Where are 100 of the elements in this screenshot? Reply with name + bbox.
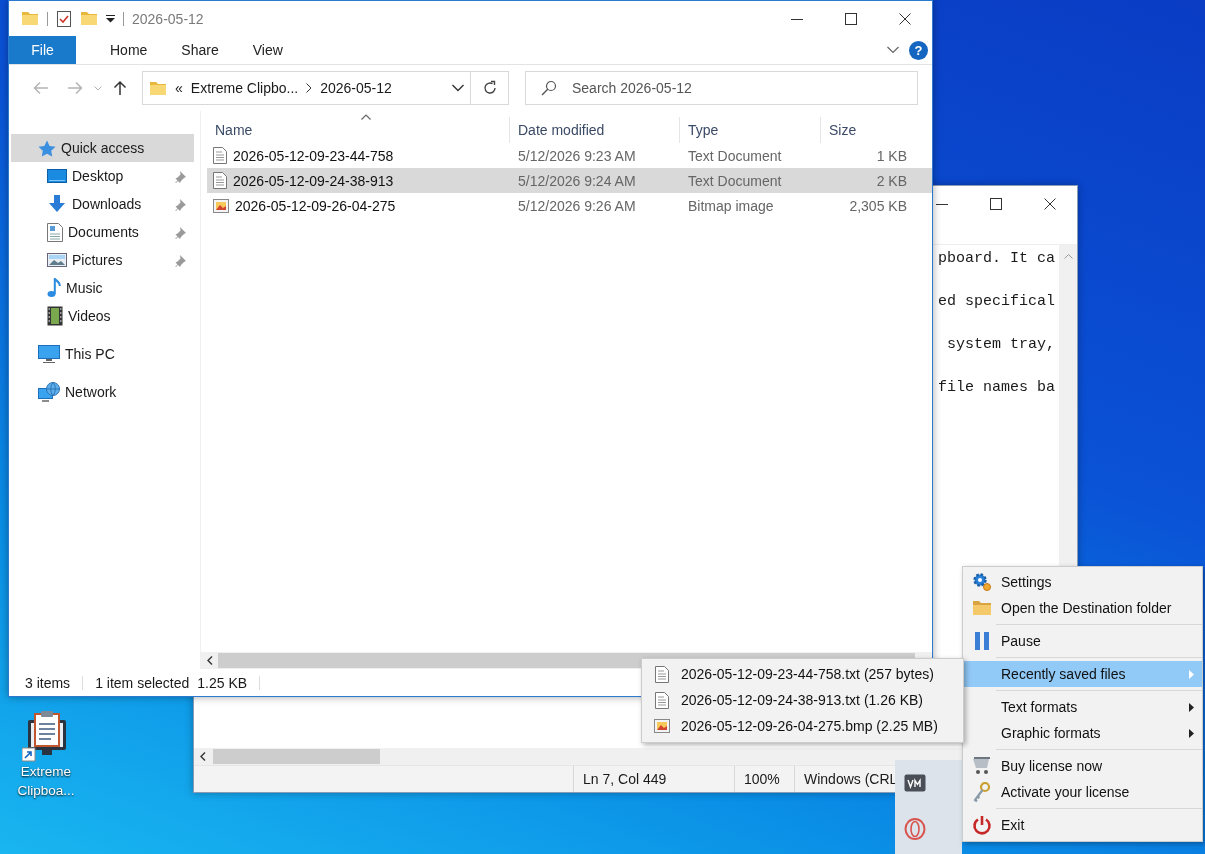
menu-item[interactable]: Settings [963,569,1202,595]
file-size: 1 KB [875,147,908,164]
nav-label: Desktop [72,168,124,184]
nav-label: This PC [65,346,115,362]
address-bar[interactable]: « Extreme Clipbo... 2026-05-12 [142,71,471,105]
menu-item[interactable]: 2026-05-12-09-23-44-758.txt (257 bytes) [642,661,963,687]
selection-count: 1 item selected [95,674,190,691]
menu-item[interactable]: Pause [963,628,1202,654]
forward-arrow-icon [67,81,83,95]
file-type: Text Document [687,172,783,189]
date-modified: 5/12/2026 9:26 AM [517,197,637,214]
folder-icon [80,11,98,26]
close-icon[interactable] [899,12,911,25]
nav-item[interactable]: Network [11,378,194,406]
gear-icon [972,572,992,592]
chevron-right-icon[interactable] [306,83,313,93]
maximize-icon[interactable] [845,12,857,25]
customize-toolbar-button[interactable] [106,14,115,23]
menu-item[interactable]: 2026-05-12-09-24-38-913.txt (1.26 KB) [642,687,963,713]
tray-icon[interactable] [904,774,926,792]
file-name: 2026-05-12-09-23-44-758 [233,147,394,164]
file-row[interactable]: 2026-05-12-09-24-38-913 5/12/2026 9:24 AM Text Document 2 KB [207,168,932,193]
column-header[interactable]: Type [680,117,821,143]
file-type: Text Document [687,147,783,164]
refresh-button[interactable] [471,71,509,105]
nav-item[interactable]: Videos [11,302,194,330]
column-header[interactable]: Size [821,117,911,143]
nav-item[interactable]: Pictures [11,246,194,274]
image-file-icon [653,719,670,733]
nav-item[interactable]: Desktop [11,162,194,190]
key-icon [973,782,991,802]
menu-item[interactable]: Open the Destination folder [963,595,1202,621]
file-size: 2,305 KB [848,197,908,214]
film-icon [47,306,63,326]
nav-label: Videos [68,308,111,324]
file-row[interactable]: 2026-05-12-09-23-44-758 5/12/2026 9:23 AM Text Document 1 KB [207,143,932,168]
text-file-icon [213,172,227,189]
dropdown-icon[interactable] [452,84,464,92]
scroll-up-icon [1063,253,1073,259]
breadcrumb[interactable]: Extreme Clipbo... [190,80,299,96]
nav-item[interactable]: This PC [11,340,194,368]
menu-item[interactable]: Graphic formats [963,720,1202,746]
text-line: system tray, [945,335,1055,355]
expand-ribbon-icon[interactable] [887,46,899,54]
file-name: 2026-05-12-09-26-04-275 [235,197,396,214]
picture-icon [47,253,67,267]
nav-item[interactable]: Documents [11,218,194,246]
search-icon [541,80,557,96]
chevron-down-icon [94,85,102,91]
menu-item[interactable]: Text formats [963,694,1202,720]
search-field[interactable]: Search 2026-05-12 [525,71,918,105]
file-type: Bitmap image [687,197,775,214]
breadcrumb[interactable]: 2026-05-12 [320,80,392,96]
nav-label: Music [66,280,103,296]
text-line: file names ba [936,378,1055,398]
nav-item[interactable]: Downloads [11,190,194,218]
sort-ascending-icon [361,114,371,120]
text-line: ed specifical [936,292,1055,312]
checklist-icon [56,9,72,28]
file-name: 2026-05-12-09-24-38-913 [233,172,394,189]
computer-icon [38,345,60,363]
nav-label: Quick access [61,140,145,156]
ribbon-tab[interactable]: Share [164,36,236,64]
ribbon-tab[interactable]: Home [93,36,165,64]
text-file-icon [213,147,227,164]
ring-logo-icon [904,818,926,840]
text-file-icon [654,691,669,709]
network-icon [38,382,60,402]
image-file-icon [213,198,229,213]
nav-item[interactable]: Quick access [11,134,194,162]
file-size: 2 KB [875,172,908,189]
folder-icon [972,600,992,616]
nav-item[interactable]: Music [11,274,194,302]
close-icon[interactable] [1044,197,1056,210]
chevron-left-icon [206,656,213,665]
up-arrow-icon [113,80,127,96]
item-count: 3 items [25,674,71,691]
column-header[interactable]: Name [207,117,510,143]
text-line: pboard. It ca [936,249,1055,269]
help-button[interactable]: ? [909,40,928,60]
folder-icon [149,80,167,96]
file-row[interactable]: 2026-05-12-09-26-04-275 5/12/2026 9:26 AM Bitmap image 2,305 KB [207,193,932,218]
nav-label: Pictures [72,252,123,268]
menu-item[interactable]: Recently saved files [963,661,1202,687]
scrollbar-thumb[interactable] [213,749,380,764]
ribbon-tab[interactable]: View [235,36,300,64]
desktop-icon [47,169,67,183]
overflow-chevron[interactable]: « [175,80,183,96]
chevron-left-icon [199,752,206,761]
column-header[interactable]: Date modified [510,117,680,143]
menu-item[interactable]: Exit [963,812,1202,838]
music-note-icon [47,278,61,298]
menu-item[interactable]: 2026-05-12-09-26-04-275.bmp (2.25 MB) [642,713,963,739]
zoom-level: 100% [734,766,794,792]
file-tab[interactable]: File [9,36,76,64]
maximize-icon[interactable] [990,197,1002,210]
selection-size: 1.25 KB [197,674,248,691]
nav-label: Downloads [72,196,142,212]
back-arrow-icon [33,81,49,95]
download-arrow-icon [47,195,67,213]
